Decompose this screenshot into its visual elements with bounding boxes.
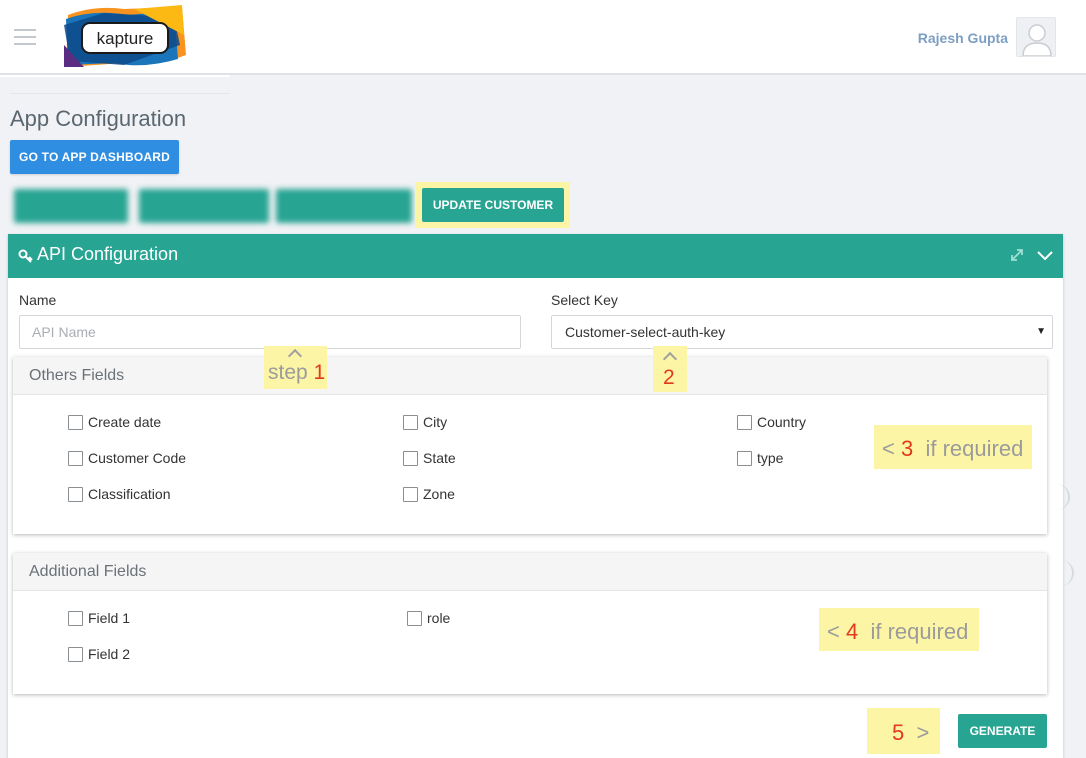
top-bar: kapture Rajesh Gupta [0, 0, 1086, 75]
checkbox-country[interactable]: Country [737, 414, 806, 430]
key-icon [18, 249, 33, 263]
menu-icon[interactable] [14, 29, 36, 45]
scroll-handle[interactable] [1056, 484, 1070, 510]
checkbox-label: Classification [88, 486, 171, 502]
scroll-handle[interactable] [1060, 560, 1074, 586]
checkbox-field-2[interactable]: Field 2 [68, 646, 130, 662]
kapture-logo[interactable]: kapture [64, 5, 186, 68]
expand-icon[interactable] [1009, 247, 1025, 263]
chevron-left-icon: < [882, 436, 895, 461]
annotation-text: if required [925, 436, 1024, 461]
checkbox-label: City [423, 414, 448, 430]
checkbox-label: Field 1 [88, 610, 131, 626]
checkbox[interactable] [68, 414, 83, 430]
user-name[interactable]: Rajesh Gupta [918, 30, 1008, 46]
checkbox-label: Field 2 [88, 646, 131, 662]
checkbox[interactable] [737, 450, 752, 466]
checkbox-label: Zone [423, 486, 455, 502]
annotation-step-number: 2 [663, 366, 675, 389]
checkbox-state[interactable]: State [403, 450, 456, 466]
checkbox-field-1[interactable]: Field 1 [68, 610, 130, 626]
annotation-step-3: < 3 if required [874, 425, 1032, 469]
checkbox-label: type [757, 450, 784, 466]
annotation-step-number: 4 [845, 619, 859, 644]
checkbox[interactable] [68, 646, 83, 662]
select-key-dropdown[interactable]: Customer-select-auth-key ▼ [551, 315, 1053, 349]
annotation-step-1: step 1 [264, 346, 327, 389]
checkbox[interactable] [68, 610, 83, 626]
chevron-right-icon: > [910, 720, 930, 745]
panel-title: API Configuration [37, 244, 179, 264]
checkbox[interactable] [68, 450, 83, 466]
card-header: Others Fields [13, 357, 1047, 395]
checkbox-label: State [423, 450, 456, 466]
sidebar-divider [0, 75, 230, 77]
api-name-input[interactable] [19, 315, 521, 349]
dropdown-caret-icon: ▼ [1036, 326, 1046, 337]
go-to-app-dashboard-button[interactable]: GO TO APP DASHBOARD [10, 140, 179, 174]
page-title: App Configuration [10, 106, 187, 131]
checkbox[interactable] [403, 450, 418, 466]
chevron-up-icon [662, 351, 678, 367]
select-key-label: Select Key [551, 292, 618, 308]
checkbox-label: Country [757, 414, 807, 430]
checkbox[interactable] [68, 486, 83, 502]
annotation-step-4: < 4 if required [819, 608, 979, 651]
chevron-down-icon[interactable] [1036, 247, 1054, 263]
annotation-step-number: 1 [313, 361, 326, 384]
checkbox-zone[interactable]: Zone [403, 486, 455, 502]
panel-header: API Configuration [8, 234, 1063, 278]
annotation-step-number: 3 [900, 436, 914, 461]
additional-fields-title: Additional Fields [29, 563, 147, 580]
checkbox-city[interactable]: City [403, 414, 447, 430]
checkbox[interactable] [403, 414, 418, 430]
annotation-step-word: step [268, 361, 308, 384]
annotation-step-5: 5 > [867, 708, 940, 754]
checkbox-create-date[interactable]: Create date [68, 414, 161, 430]
annotation-step-number: 5 [892, 720, 905, 745]
checkbox[interactable] [737, 414, 752, 430]
sidebar-divider [10, 93, 230, 94]
annotation-text: if required [870, 619, 969, 644]
annotation-step-2: 2 [653, 346, 687, 392]
update-customer-button[interactable]: UPDATE CUSTOMER [422, 188, 564, 222]
checkbox[interactable] [407, 610, 422, 626]
checkbox-label: Create date [88, 414, 162, 430]
checkbox-type[interactable]: type [737, 450, 783, 466]
others-fields-title: Others Fields [29, 367, 125, 384]
checkbox-classification[interactable]: Classification [68, 486, 170, 502]
blurred-tab-button[interactable] [139, 189, 269, 223]
checkbox-label: role [427, 610, 451, 626]
name-label: Name [19, 292, 57, 308]
blurred-tab-button[interactable] [14, 189, 128, 223]
checkbox-customer-code[interactable]: Customer Code [68, 450, 186, 466]
select-key-value: Customer-select-auth-key [565, 324, 726, 340]
svg-text:kapture: kapture [97, 29, 154, 48]
chevron-left-icon: < [827, 619, 840, 644]
checkbox-role[interactable]: role [407, 610, 450, 626]
checkbox-label: Customer Code [88, 450, 187, 466]
user-avatar-icon[interactable] [1016, 17, 1056, 57]
checkbox[interactable] [403, 486, 418, 502]
generate-button[interactable]: GENERATE [958, 714, 1047, 748]
blurred-tab-button[interactable] [276, 189, 412, 223]
card-header: Additional Fields [13, 553, 1047, 591]
